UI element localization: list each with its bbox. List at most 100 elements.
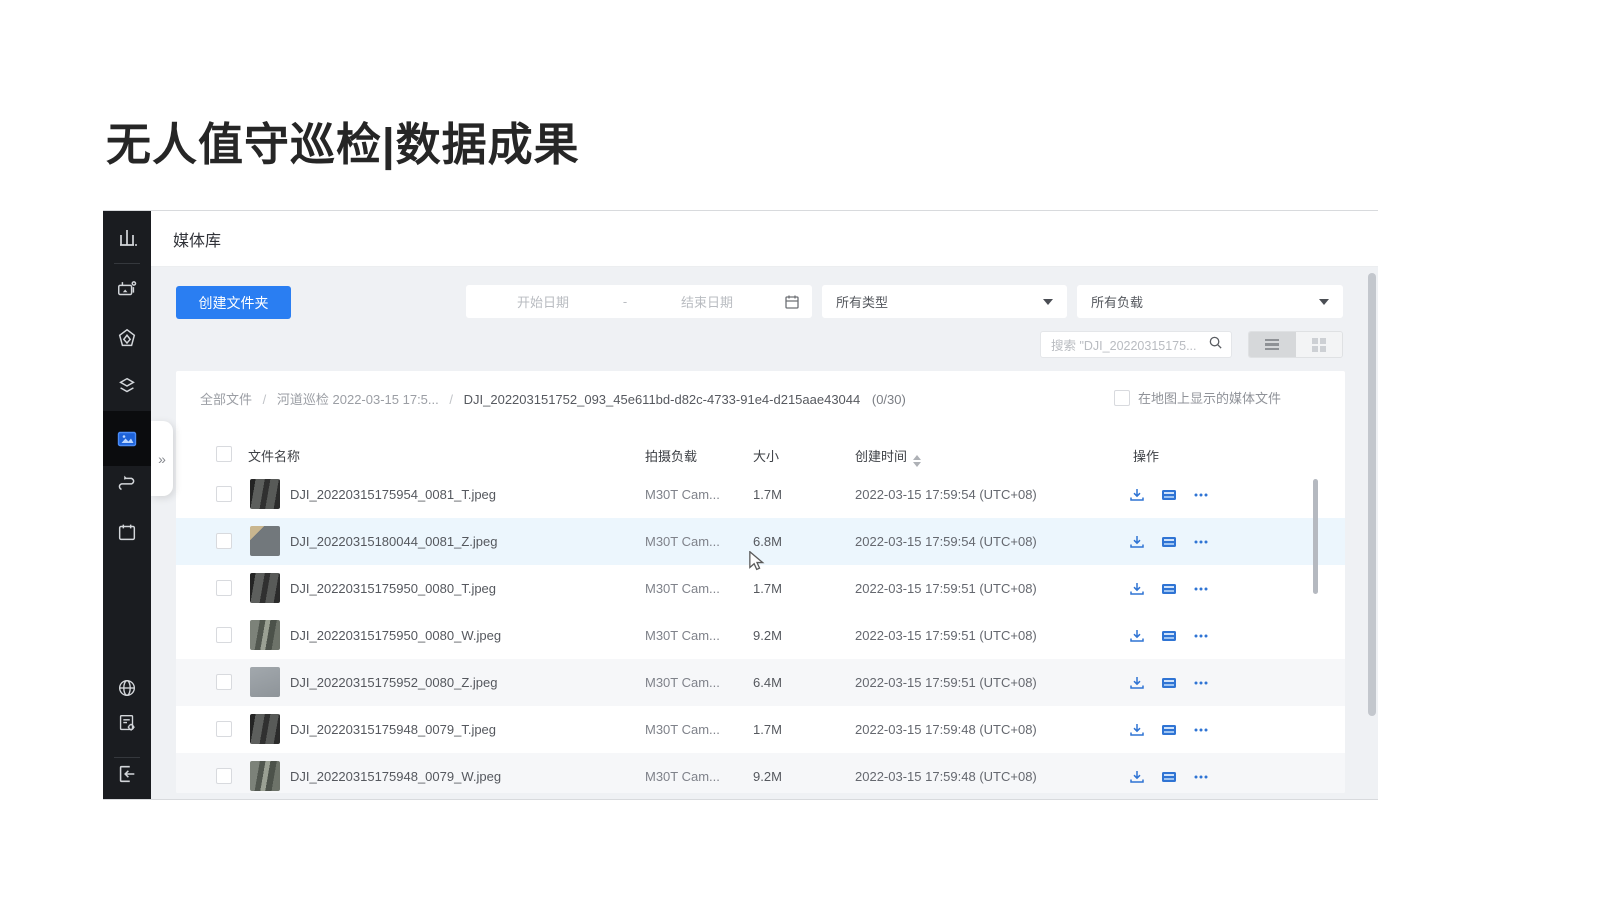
column-file-name[interactable]: 文件名称 (248, 446, 300, 465)
sidebar-item-logout[interactable] (103, 752, 151, 796)
more-icon[interactable] (1193, 581, 1209, 597)
more-icon[interactable] (1193, 675, 1209, 691)
sidebar-divider-top (114, 263, 140, 264)
map-display-label: 在地图上显示的媒体文件 (1138, 388, 1281, 407)
column-created[interactable]: 创建时间 (855, 446, 921, 467)
file-payload: M30T Cam... (645, 518, 720, 565)
logo-icon (115, 226, 139, 250)
sidebar-item-schedule[interactable] (103, 510, 151, 554)
more-icon[interactable] (1193, 487, 1209, 503)
column-size[interactable]: 大小 (753, 446, 779, 465)
table-row[interactable]: DJI_20220315175950_0080_W.jpeg M30T Cam.… (176, 612, 1345, 659)
table-scrollbar[interactable] (1313, 479, 1318, 594)
breadcrumb-root[interactable]: 全部文件 (200, 392, 252, 407)
list-view-button[interactable] (1249, 332, 1296, 357)
file-name[interactable]: DJI_20220315175948_0079_T.jpeg (290, 706, 496, 753)
row-checkbox[interactable] (216, 627, 232, 643)
row-checkbox[interactable] (216, 721, 232, 737)
create-folder-button[interactable]: 创建文件夹 (176, 286, 291, 319)
file-thumbnail[interactable] (250, 667, 280, 697)
map-display-toggle[interactable]: 在地图上显示的媒体文件 (1114, 388, 1281, 407)
sidebar-expand-handle[interactable]: » (151, 421, 173, 496)
media-library-icon (115, 427, 139, 451)
breadcrumb-folder[interactable]: 河道巡检 2022-03-15 17:5... (277, 392, 439, 407)
media-preview-icon[interactable] (1161, 628, 1177, 644)
download-icon[interactable] (1129, 769, 1145, 785)
file-created: 2022-03-15 17:59:51 (UTC+08) (855, 659, 1037, 706)
breadcrumb: 全部文件 / 河道巡检 2022-03-15 17:5... / DJI_202… (200, 389, 906, 408)
payload-filter-dropdown[interactable]: 所有负载 (1077, 285, 1343, 318)
slide-canvas: 无人值守巡检|数据成果 (0, 0, 1600, 900)
media-preview-icon[interactable] (1161, 534, 1177, 550)
view-mode-toggle (1248, 331, 1343, 358)
sidebar-item-media-library[interactable] (103, 411, 151, 466)
select-all-checkbox[interactable] (216, 446, 232, 462)
sidebar-item-layers[interactable] (103, 364, 151, 408)
sidebar-item-home[interactable] (103, 216, 151, 260)
sort-icon[interactable] (913, 455, 921, 467)
app-window: » 媒体库 创建文件夹 开始日期 - 结束日期 所有类型 所有负载 (103, 210, 1378, 800)
file-name[interactable]: DJI_20220315180044_0081_Z.jpeg (290, 518, 497, 565)
chevron-double-right-icon: » (158, 451, 166, 467)
file-thumbnail[interactable] (250, 714, 280, 744)
row-actions (1129, 612, 1209, 659)
media-preview-icon[interactable] (1161, 722, 1177, 738)
appbar: 媒体库 (151, 211, 1378, 267)
table-row[interactable]: DJI_20220315175952_0080_Z.jpeg M30T Cam.… (176, 659, 1345, 706)
more-icon[interactable] (1193, 722, 1209, 738)
table-body: DJI_20220315175954_0081_T.jpeg M30T Cam.… (176, 471, 1345, 793)
column-actions: 操作 (1133, 446, 1159, 465)
map-display-checkbox[interactable] (1114, 390, 1130, 406)
sidebar-item-map[interactable] (103, 316, 151, 360)
type-filter-dropdown[interactable]: 所有类型 (822, 285, 1067, 318)
more-icon[interactable] (1193, 534, 1209, 550)
file-name[interactable]: DJI_20220315175952_0080_Z.jpeg (290, 659, 497, 706)
media-preview-icon[interactable] (1161, 581, 1177, 597)
file-thumbnail[interactable] (250, 761, 280, 791)
download-icon[interactable] (1129, 675, 1145, 691)
sidebar-item-devices[interactable] (103, 267, 151, 311)
media-preview-icon[interactable] (1161, 675, 1177, 691)
map-marker-icon (116, 327, 138, 349)
file-created: 2022-03-15 17:59:48 (UTC+08) (855, 706, 1037, 753)
download-icon[interactable] (1129, 534, 1145, 550)
row-checkbox[interactable] (216, 674, 232, 690)
page-scrollbar[interactable] (1368, 273, 1376, 716)
table-row[interactable]: DJI_20220315175948_0079_T.jpeg M30T Cam.… (176, 706, 1345, 753)
row-checkbox[interactable] (216, 768, 232, 784)
download-icon[interactable] (1129, 581, 1145, 597)
sidebar-item-flight-route[interactable] (103, 461, 151, 505)
download-icon[interactable] (1129, 487, 1145, 503)
file-created: 2022-03-15 17:59:54 (UTC+08) (855, 518, 1037, 565)
file-name[interactable]: DJI_20220315175954_0081_T.jpeg (290, 471, 496, 518)
file-size: 1.7M (753, 471, 782, 518)
file-payload: M30T Cam... (645, 753, 720, 793)
date-range-input[interactable]: 开始日期 - 结束日期 (466, 285, 812, 318)
table-row[interactable]: DJI_20220315175954_0081_T.jpeg M30T Cam.… (176, 471, 1345, 518)
selection-count: (0/30) (872, 392, 906, 407)
grid-view-button[interactable] (1296, 332, 1343, 357)
file-name[interactable]: DJI_20220315175948_0079_W.jpeg (290, 753, 501, 793)
download-icon[interactable] (1129, 628, 1145, 644)
file-thumbnail[interactable] (250, 526, 280, 556)
file-name[interactable]: DJI_20220315175950_0080_W.jpeg (290, 612, 501, 659)
column-payload[interactable]: 拍摄负载 (645, 446, 697, 465)
download-icon[interactable] (1129, 722, 1145, 738)
file-name[interactable]: DJI_20220315175950_0080_T.jpeg (290, 565, 496, 612)
row-checkbox[interactable] (216, 580, 232, 596)
file-thumbnail[interactable] (250, 573, 280, 603)
row-checkbox[interactable] (216, 533, 232, 549)
media-preview-icon[interactable] (1161, 487, 1177, 503)
table-row[interactable]: DJI_20220315175948_0079_W.jpeg M30T Cam.… (176, 753, 1345, 793)
sidebar-item-logs[interactable] (103, 701, 151, 745)
search-input[interactable]: 搜索 "DJI_20220315175... (1040, 331, 1232, 358)
file-created: 2022-03-15 17:59:48 (UTC+08) (855, 753, 1037, 793)
row-checkbox[interactable] (216, 486, 232, 502)
more-icon[interactable] (1193, 769, 1209, 785)
row-actions (1129, 753, 1209, 793)
file-created: 2022-03-15 17:59:54 (UTC+08) (855, 471, 1037, 518)
file-thumbnail[interactable] (250, 479, 280, 509)
more-icon[interactable] (1193, 628, 1209, 644)
media-preview-icon[interactable] (1161, 769, 1177, 785)
file-thumbnail[interactable] (250, 620, 280, 650)
